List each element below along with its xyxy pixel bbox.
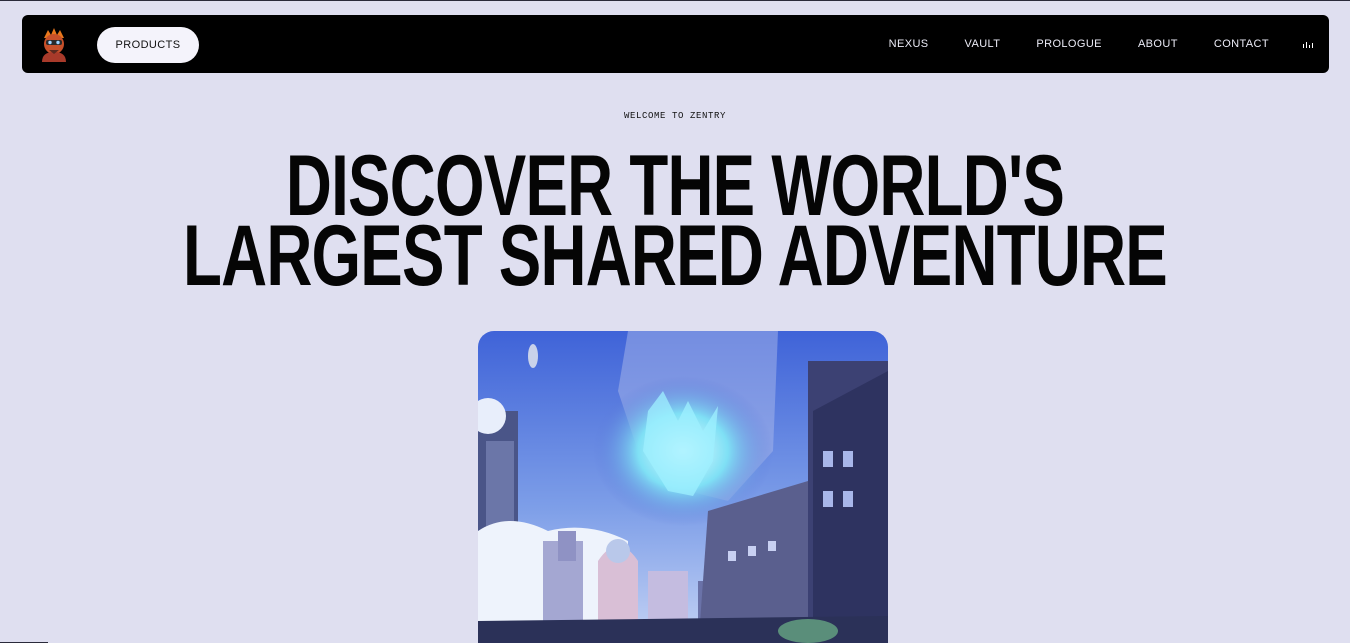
nav-link-vault[interactable]: VAULT (965, 38, 1001, 50)
nav-link-about[interactable]: ABOUT (1138, 38, 1178, 50)
products-button[interactable]: PRODUCTS (97, 27, 199, 63)
logo-icon[interactable] (38, 28, 70, 62)
headline-line-2: LARGEST SHARED ADVENTURE (182, 208, 1168, 304)
audio-bars-icon[interactable] (1303, 42, 1315, 48)
fantasy-city-artwork-icon (478, 331, 888, 643)
navbar: PRODUCTS NEXUS VAULT PROLOGUE ABOUT CONT… (22, 15, 1329, 73)
nav-links: NEXUS VAULT PROLOGUE ABOUT CONTACT (853, 15, 1269, 73)
hero-image (478, 331, 888, 643)
nav-link-nexus[interactable]: NEXUS (889, 38, 929, 50)
nav-link-prologue[interactable]: PROLOGUE (1036, 38, 1102, 50)
nav-link-contact[interactable]: CONTACT (1214, 38, 1269, 50)
hero-eyebrow: WELCOME TO ZENTRY (623, 111, 726, 121)
hero-headline: DISCOVER THE WORLD'S LARGEST SHARED ADVE… (176, 143, 1175, 304)
